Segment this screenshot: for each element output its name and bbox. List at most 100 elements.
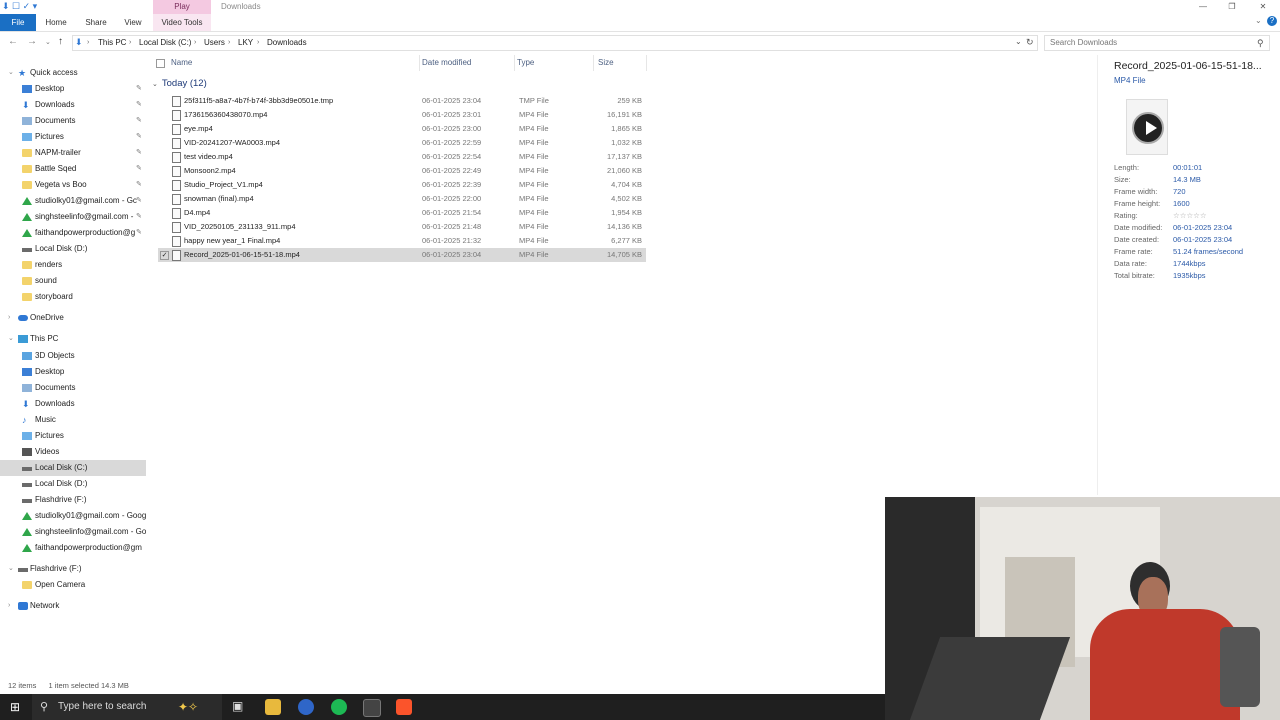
select-all-checkbox[interactable] bbox=[156, 59, 165, 68]
nav-pc-item[interactable]: Flashdrive (F:) bbox=[0, 492, 146, 508]
address-dropdown-icon[interactable]: ⌄ bbox=[1015, 37, 1022, 46]
file-row[interactable]: eye.mp4 06-01-2025 23:00 MP4 File 1,865 KB bbox=[158, 122, 646, 136]
file-row[interactable]: 1736156360438070.mp4 06-01-2025 23:01 MP4 … bbox=[158, 108, 646, 122]
start-button[interactable]: ⊞ bbox=[0, 694, 32, 720]
rating-stars[interactable]: ☆☆☆☆☆ bbox=[1173, 211, 1207, 220]
minimize-button[interactable]: — bbox=[1190, 0, 1216, 14]
column-type[interactable]: Type bbox=[517, 55, 594, 71]
nav-quick-access[interactable]: ⌄ ★ Quick access bbox=[0, 65, 146, 81]
up-icon[interactable]: ↑ bbox=[58, 36, 63, 47]
help-icon[interactable]: ? bbox=[1267, 16, 1277, 26]
maximize-button[interactable]: ❐ bbox=[1219, 0, 1245, 14]
pin-icon[interactable]: ✎ bbox=[136, 177, 142, 193]
nav-pc-item[interactable]: Videos bbox=[0, 444, 146, 460]
quick-access-toolbar-icon[interactable]: ⬇ ☐ ✓ ▾ bbox=[2, 1, 37, 12]
tab-home[interactable]: Home bbox=[40, 14, 72, 31]
file-row[interactable]: ✓ Record_2025-01-06-15-51-18.mp4 06-01-202… bbox=[158, 248, 646, 262]
nav-quick-item[interactable]: renders bbox=[0, 257, 146, 273]
file-row[interactable]: Studio_Project_V1.mp4 06-01-2025 22:39 MP4… bbox=[158, 178, 646, 192]
nav-quick-item[interactable]: Documents ✎ bbox=[0, 113, 146, 129]
breadcrumb-downloads[interactable]: Downloads bbox=[267, 36, 307, 50]
spotify-icon[interactable] bbox=[331, 699, 347, 715]
nav-pc-item[interactable]: ⬇ Downloads bbox=[0, 396, 146, 412]
nav-pc-item[interactable]: Pictures bbox=[0, 428, 146, 444]
pin-icon[interactable]: ✎ bbox=[136, 97, 142, 113]
nav-pc-item[interactable]: faithandpowerproduction@gm bbox=[0, 540, 146, 556]
breadcrumb-this-pc[interactable]: This PC bbox=[98, 36, 126, 50]
nav-quick-item[interactable]: singhsteelinfo@gmail.com - ✎ bbox=[0, 209, 146, 225]
pin-icon[interactable]: ✎ bbox=[136, 129, 142, 145]
recent-dropdown-icon[interactable]: ⌄ bbox=[45, 38, 51, 46]
file-row[interactable]: VID_20250105_231133_911.mp4 06-01-2025 21… bbox=[158, 220, 646, 234]
breadcrumb-lky[interactable]: LKY bbox=[238, 36, 253, 50]
nav-network[interactable]: › Network bbox=[0, 598, 146, 614]
tab-share[interactable]: Share bbox=[80, 14, 112, 31]
nav-pc-item[interactable]: singhsteelinfo@gmail.com - Go bbox=[0, 524, 146, 540]
file-row[interactable]: 25f311f5-a8a7-4b7f-b74f-3bb3d9e0501e.tmp… bbox=[158, 94, 646, 108]
nav-quick-item[interactable]: Pictures ✎ bbox=[0, 129, 146, 145]
pin-icon[interactable]: ✎ bbox=[136, 225, 142, 241]
app-w-icon[interactable] bbox=[298, 699, 314, 715]
tab-view[interactable]: View bbox=[118, 14, 148, 31]
pin-icon[interactable]: ✎ bbox=[136, 145, 142, 161]
nav-quick-item[interactable]: storyboard bbox=[0, 289, 146, 305]
file-row[interactable]: D4.mp4 06-01-2025 21:54 MP4 File 1,954 KB bbox=[158, 206, 646, 220]
nav-pc-item[interactable]: studiolky01@gmail.com - Goog bbox=[0, 508, 146, 524]
chevron-down-icon: ⌄ bbox=[152, 81, 158, 88]
nav-this-pc[interactable]: ⌄ This PC bbox=[0, 331, 146, 347]
address-bar[interactable]: ⬇ › This PC › Local Disk (C:) › Users › … bbox=[72, 35, 1038, 51]
nav-pc-item[interactable]: ♪ Music bbox=[0, 412, 146, 428]
status-item-count: 12 items bbox=[8, 681, 37, 690]
search-input[interactable]: Search Downloads ⚲ bbox=[1044, 35, 1270, 51]
play-icon[interactable] bbox=[1132, 112, 1164, 144]
nav-quick-item[interactable]: sound bbox=[0, 273, 146, 289]
column-date-modified[interactable]: Date modified bbox=[422, 55, 515, 71]
obs-icon[interactable] bbox=[363, 699, 381, 717]
file-date: 06-01-2025 23:00 bbox=[422, 124, 482, 133]
nav-quick-item[interactable]: Battle Sqed ✎ bbox=[0, 161, 146, 177]
google-drive-icon bbox=[22, 213, 32, 221]
back-icon[interactable]: ← bbox=[8, 36, 18, 47]
nav-quick-item[interactable]: Local Disk (D:) bbox=[0, 241, 146, 257]
nav-quick-item[interactable]: faithandpowerproduction@g ✎ bbox=[0, 225, 146, 241]
refresh-icon[interactable]: ↻ bbox=[1026, 37, 1034, 48]
task-view-icon[interactable]: ▣ bbox=[232, 699, 243, 713]
tab-file[interactable]: File bbox=[0, 14, 36, 31]
nav-pc-item[interactable]: Local Disk (C:) bbox=[0, 460, 146, 476]
file-row[interactable]: test video.mp4 06-01-2025 22:54 MP4 File 17… bbox=[158, 150, 646, 164]
brave-icon[interactable] bbox=[396, 699, 412, 715]
pin-icon[interactable]: ✎ bbox=[136, 81, 142, 97]
tab-video-tools[interactable]: Video Tools bbox=[153, 14, 211, 31]
nav-open-camera[interactable]: Open Camera bbox=[0, 577, 146, 593]
nav-pc-item[interactable]: Documents bbox=[0, 380, 146, 396]
column-size[interactable]: Size bbox=[598, 55, 647, 71]
file-row[interactable]: VID-20241207-WA0003.mp4 06-01-2025 22:59 M… bbox=[158, 136, 646, 150]
nav-quick-item[interactable]: Desktop ✎ bbox=[0, 81, 146, 97]
nav-onedrive[interactable]: › OneDrive bbox=[0, 310, 146, 326]
file-row[interactable]: happy new year_1 Final.mp4 06-01-2025 21:… bbox=[158, 234, 646, 248]
pin-icon[interactable]: ✎ bbox=[136, 161, 142, 177]
pin-icon[interactable]: ✎ bbox=[136, 113, 142, 129]
close-button[interactable]: ✕ bbox=[1250, 0, 1276, 14]
nav-quick-item[interactable]: ⬇ Downloads ✎ bbox=[0, 97, 146, 113]
nav-pc-item[interactable]: Desktop bbox=[0, 364, 146, 380]
file-row[interactable]: Monsoon2.mp4 06-01-2025 22:49 MP4 File 21,0… bbox=[158, 164, 646, 178]
nav-pc-item[interactable]: Local Disk (D:) bbox=[0, 476, 146, 492]
file-explorer-icon[interactable] bbox=[265, 699, 281, 715]
ribbon-expand-icon[interactable]: ⌄ bbox=[1255, 16, 1262, 25]
forward-icon[interactable]: → bbox=[27, 36, 37, 47]
pin-icon[interactable]: ✎ bbox=[136, 193, 142, 209]
row-checkbox[interactable]: ✓ bbox=[160, 251, 169, 260]
group-header-today[interactable]: ⌄ Today (12) bbox=[152, 76, 207, 92]
taskbar-search-box[interactable]: ⚲ Type here to search ✦✧ bbox=[32, 694, 222, 720]
pin-icon[interactable]: ✎ bbox=[136, 209, 142, 225]
breadcrumb-users[interactable]: Users bbox=[204, 36, 225, 50]
nav-pc-item[interactable]: 3D Objects bbox=[0, 348, 146, 364]
nav-flashdrive[interactable]: ⌄ Flashdrive (F:) bbox=[0, 561, 146, 577]
breadcrumb-local-disk-c[interactable]: Local Disk (C:) bbox=[139, 36, 191, 50]
column-name[interactable]: Name bbox=[171, 55, 420, 71]
nav-quick-item[interactable]: NAPM-trailer ✎ bbox=[0, 145, 146, 161]
nav-quick-item[interactable]: studiolky01@gmail.com - Gc ✎ bbox=[0, 193, 146, 209]
file-row[interactable]: snowman (final).mp4 06-01-2025 22:00 MP4 F… bbox=[158, 192, 646, 206]
nav-quick-item[interactable]: Vegeta vs Boo ✎ bbox=[0, 177, 146, 193]
